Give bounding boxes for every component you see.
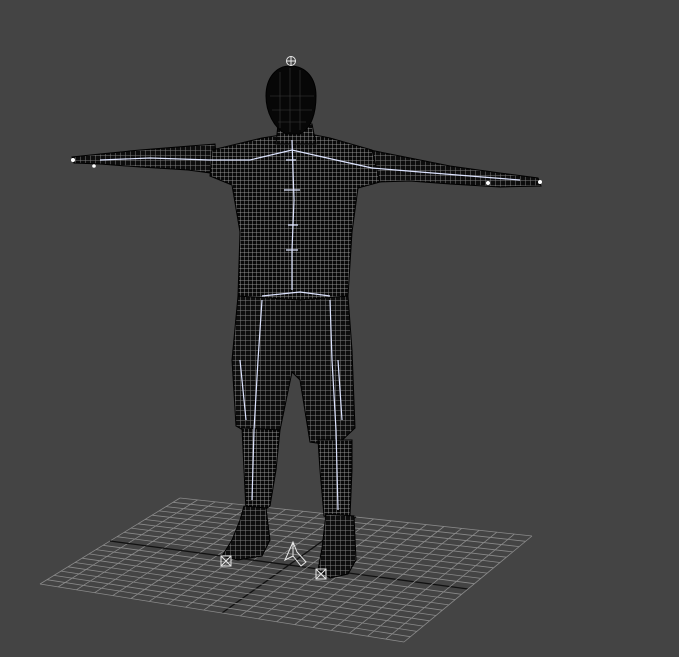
3d-viewport[interactable] xyxy=(0,0,679,657)
torso-mesh xyxy=(209,131,381,305)
grid-line xyxy=(53,575,417,632)
grid-line xyxy=(39,583,405,643)
grid-line xyxy=(60,570,424,627)
right-leg-mesh xyxy=(317,439,353,521)
right-shoe-mesh xyxy=(317,513,357,579)
head-target-helper[interactable] xyxy=(286,56,296,66)
ground-grid xyxy=(39,497,533,643)
left-leg-mesh xyxy=(241,427,281,513)
grid-line xyxy=(46,579,411,638)
right-arm-mesh xyxy=(369,149,542,188)
character-mesh[interactable] xyxy=(71,65,542,579)
shorts-mesh xyxy=(231,295,356,447)
head-mesh xyxy=(265,65,317,135)
